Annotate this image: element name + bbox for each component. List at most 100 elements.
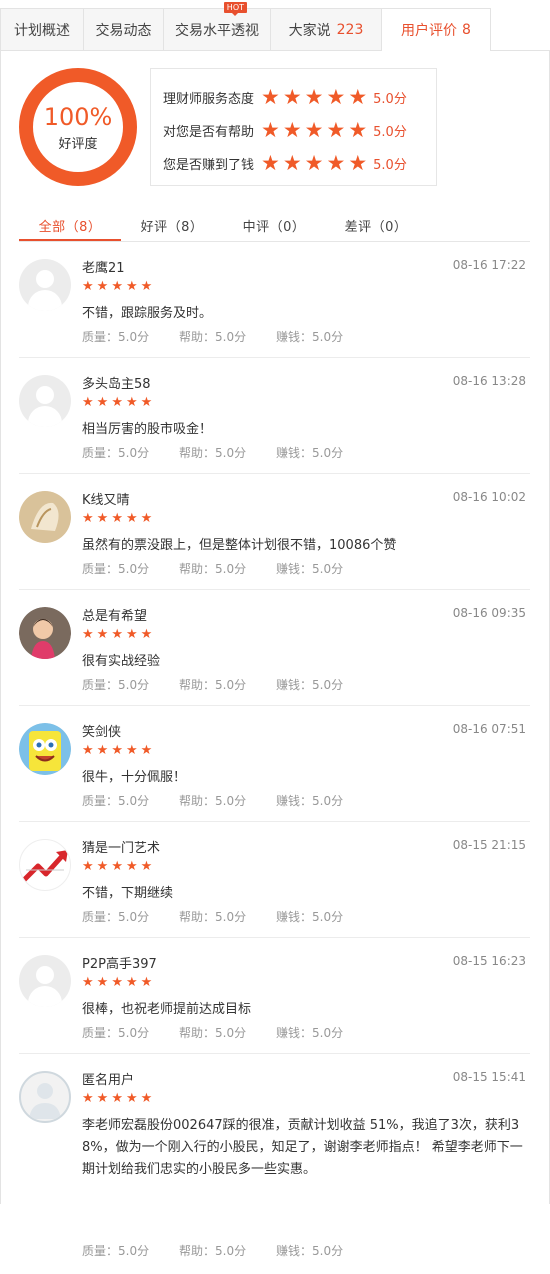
score-row: 您是否赚到了钱 ★ ★ ★ ★ ★ 5.0分 xyxy=(163,147,436,180)
star-icon: ★ xyxy=(111,395,123,410)
review-username[interactable]: 总是有希望 xyxy=(82,605,147,624)
review-metrics: 质量：5.0分 帮助：5.0分 赚钱：5.0分 xyxy=(82,560,373,577)
metric-quality: 质量：5.0分 xyxy=(82,794,150,808)
review-text: 虽然有的票没跟上，但是整体计划很不错，10086个赞 xyxy=(82,538,397,553)
star-icon: ★ xyxy=(125,975,138,990)
review-item: 多头岛主58 08-16 13:28 ★ ★ ★ ★ ★ 相当厉害的股市吸金！ 质量：5… xyxy=(19,358,530,474)
star-icon: ★ xyxy=(348,85,368,109)
metric-quality: 质量：5.0分 xyxy=(82,1244,150,1258)
review-time: 08-15 16:23 xyxy=(452,954,526,968)
star-icon: ★ xyxy=(282,85,302,109)
review-metrics: 质量：5.0分 帮助：5.0分 赚钱：5.0分 xyxy=(82,676,373,693)
star-icon: ★ xyxy=(261,151,280,175)
star-rating: ★ ★ ★ ★ ★ xyxy=(261,153,367,174)
star-icon: ★ xyxy=(125,627,138,642)
metric-help: 帮助：5.0分 xyxy=(179,1026,247,1040)
tab-user-reviews[interactable]: 用户评价 8 xyxy=(381,8,491,51)
star-icon: ★ xyxy=(82,279,94,294)
review-time: 08-16 07:51 xyxy=(452,722,526,736)
metric-help: 帮助：5.0分 xyxy=(179,446,247,460)
metric-earn: 赚钱：5.0分 xyxy=(276,1244,344,1258)
star-icon: ★ xyxy=(82,975,94,990)
anonymous-avatar[interactable] xyxy=(19,1071,71,1123)
metric-help: 帮助：5.0分 xyxy=(179,562,247,576)
filter-all[interactable]: 全部（8） xyxy=(19,206,121,241)
score-value: 5.0分 xyxy=(373,125,407,140)
review-username[interactable]: 多头岛主58 xyxy=(82,373,151,392)
review-username[interactable]: 匿名用户 xyxy=(82,1069,134,1088)
star-icon: ★ xyxy=(261,85,280,109)
star-icon: ★ xyxy=(111,1091,123,1106)
review-time: 08-16 13:28 xyxy=(452,374,526,388)
tab-trade-activity[interactable]: 交易动态 xyxy=(83,8,163,51)
tab-discussion[interactable]: 大家说 223 xyxy=(270,8,381,51)
star-icon: ★ xyxy=(125,743,138,758)
review-text: 不错，跟踪服务及时。 xyxy=(82,306,213,321)
review-time: 08-16 09:35 xyxy=(452,606,526,620)
review-stars: ★ ★ ★ ★ ★ xyxy=(82,396,152,409)
star-icon: ★ xyxy=(96,395,109,410)
tab-bar-spacer xyxy=(491,8,550,51)
default-avatar[interactable] xyxy=(19,955,71,1007)
star-icon: ★ xyxy=(140,511,153,526)
review-username[interactable]: P2P高手397 xyxy=(82,953,157,972)
filter-neutral[interactable]: 中评（0） xyxy=(223,206,325,241)
metric-earn: 赚钱：5.0分 xyxy=(276,446,344,460)
review-time: 08-15 21:15 xyxy=(452,838,526,852)
review-item: 老鹰21 08-16 17:22 ★ ★ ★ ★ ★ 不错，跟踪服务及时。 质量：5.0… xyxy=(19,242,530,358)
star-icon: ★ xyxy=(125,395,138,410)
metric-help: 帮助：5.0分 xyxy=(179,1244,247,1258)
review-stars: ★ ★ ★ ★ ★ xyxy=(82,1092,152,1105)
left-border xyxy=(0,50,1,1204)
metric-earn: 赚钱：5.0分 xyxy=(276,678,344,692)
metric-quality: 质量：5.0分 xyxy=(82,910,150,924)
score-row: 理财师服务态度 ★ ★ ★ ★ ★ 5.0分 xyxy=(163,81,436,114)
star-icon: ★ xyxy=(96,975,109,990)
tab-label: 交易水平透视 xyxy=(175,22,259,39)
sponge-avatar[interactable] xyxy=(19,723,71,775)
review-item: 总是有希望 08-16 09:35 ★ ★ ★ ★ ★ 很有实战经验 质量：5.0分 帮… xyxy=(19,590,530,706)
shell-avatar[interactable] xyxy=(19,491,71,543)
filter-positive[interactable]: 好评（8） xyxy=(121,206,223,241)
review-stars: ★ ★ ★ ★ ★ xyxy=(82,860,152,873)
review-metrics: 质量：5.0分 帮助：5.0分 赚钱：5.0分 xyxy=(82,328,373,345)
review-username[interactable]: 老鹰21 xyxy=(82,257,125,276)
star-icon: ★ xyxy=(348,151,368,175)
default-avatar[interactable] xyxy=(19,375,71,427)
review-text: 很棒，也祝老师提前达成目标 xyxy=(82,1002,252,1017)
metric-earn: 赚钱：5.0分 xyxy=(276,794,344,808)
star-icon: ★ xyxy=(96,511,109,526)
tab-count: 223 xyxy=(336,21,364,38)
metric-help: 帮助：5.0分 xyxy=(179,910,247,924)
metric-help: 帮助：5.0分 xyxy=(179,330,247,344)
star-icon: ★ xyxy=(111,627,123,642)
filter-negative[interactable]: 差评（0） xyxy=(325,206,427,241)
review-item: 匿名用户 08-15 15:41 ★ ★ ★ ★ ★ 李老师宏磊股份002647踩的很准… xyxy=(19,1054,530,1274)
tab-trade-level[interactable]: 交易水平透视 HOT xyxy=(163,2,270,51)
tab-plan-overview[interactable]: 计划概述 xyxy=(0,8,83,51)
satisfaction-percent: 100% xyxy=(43,102,113,131)
metric-help: 帮助：5.0分 xyxy=(179,794,247,808)
tab-bar: 计划概述 交易动态 交易水平透视 HOT 大家说 223 用户评价 8 xyxy=(0,2,550,51)
chart-arrow-avatar[interactable] xyxy=(19,839,71,891)
default-avatar[interactable] xyxy=(19,259,71,311)
star-icon: ★ xyxy=(111,859,123,874)
evaluation-page: 计划概述 交易动态 交易水平透视 HOT 大家说 223 用户评价 8 100%… xyxy=(0,0,550,1258)
score-row: 对您是否有帮助 ★ ★ ★ ★ ★ 5.0分 xyxy=(163,114,436,147)
star-icon: ★ xyxy=(82,395,94,410)
star-icon: ★ xyxy=(304,118,324,142)
tab-label: 大家说 xyxy=(288,22,331,39)
review-text: 李老师宏磊股份002647踩的很准，贡献计划收益 51%，我追了3次，获利38%… xyxy=(82,1118,523,1177)
review-username[interactable]: K线又晴 xyxy=(82,489,130,508)
star-icon: ★ xyxy=(261,118,280,142)
star-icon: ★ xyxy=(125,859,138,874)
review-username[interactable]: 猜是一门艺术 xyxy=(82,837,160,856)
score-name: 对您是否有帮助 xyxy=(163,125,255,140)
review-metrics: 质量：5.0分 帮助：5.0分 赚钱：5.0分 xyxy=(82,908,373,925)
review-item: 猜是一门艺术 08-15 21:15 ★ ★ ★ ★ ★ 不错，下期继续 质量：5.0分… xyxy=(19,822,530,938)
tab-label: 计划概述 xyxy=(14,22,70,39)
review-username[interactable]: 笑剑侠 xyxy=(82,721,121,740)
star-icon: ★ xyxy=(140,975,153,990)
child-avatar[interactable] xyxy=(19,607,71,659)
star-icon: ★ xyxy=(125,511,138,526)
